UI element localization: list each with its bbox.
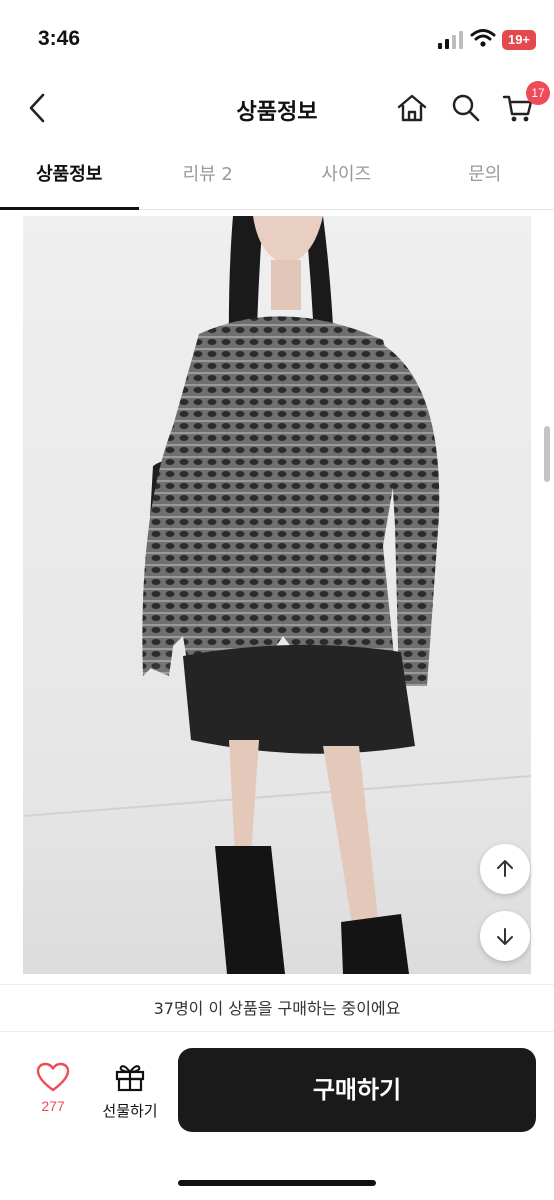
arrow-down-icon bbox=[497, 928, 513, 945]
gift-icon bbox=[115, 1065, 145, 1092]
scroll-down-button[interactable] bbox=[480, 911, 530, 961]
battery-indicator: 19+ bbox=[502, 30, 536, 50]
like-count: 277 bbox=[41, 1098, 65, 1114]
signal-icon bbox=[438, 31, 463, 49]
home-button[interactable] bbox=[392, 88, 432, 128]
header: 상품정보 bbox=[0, 78, 554, 136]
gift-button[interactable]: 선물하기 bbox=[96, 1062, 164, 1124]
buy-button[interactable]: 구매하기 bbox=[178, 1048, 536, 1132]
scroll-up-button[interactable] bbox=[480, 844, 530, 894]
tab-inquiry[interactable]: 문의 bbox=[416, 146, 554, 209]
tab-bar: 상품정보 리뷰 2 사이즈 문의 bbox=[0, 146, 554, 210]
tab-product-info[interactable]: 상품정보 bbox=[0, 146, 139, 210]
search-button[interactable] bbox=[446, 88, 486, 128]
viewers-notice: 37명이 이 상품을 구매하는 중이에요 bbox=[0, 984, 554, 1032]
like-button[interactable]: 277 bbox=[22, 1062, 84, 1124]
wifi-icon bbox=[470, 29, 496, 47]
status-time: 3:46 bbox=[38, 27, 81, 50]
heart-icon bbox=[36, 1062, 70, 1092]
back-button[interactable] bbox=[18, 88, 58, 128]
product-image bbox=[23, 216, 531, 974]
home-icon bbox=[397, 94, 427, 122]
cart-count-badge: 17 bbox=[526, 81, 550, 105]
tab-reviews[interactable]: 리뷰 2 bbox=[139, 146, 278, 209]
chevron-left-icon bbox=[29, 93, 45, 123]
status-bar: 3:46 19+ bbox=[0, 0, 554, 78]
home-indicator bbox=[178, 1180, 376, 1186]
gift-label: 선물하기 bbox=[102, 1102, 158, 1120]
arrow-up-icon bbox=[497, 860, 513, 877]
scroll-indicator[interactable] bbox=[544, 426, 550, 482]
model-illustration bbox=[23, 216, 531, 974]
tab-size[interactable]: 사이즈 bbox=[277, 146, 416, 209]
search-icon bbox=[452, 94, 480, 122]
